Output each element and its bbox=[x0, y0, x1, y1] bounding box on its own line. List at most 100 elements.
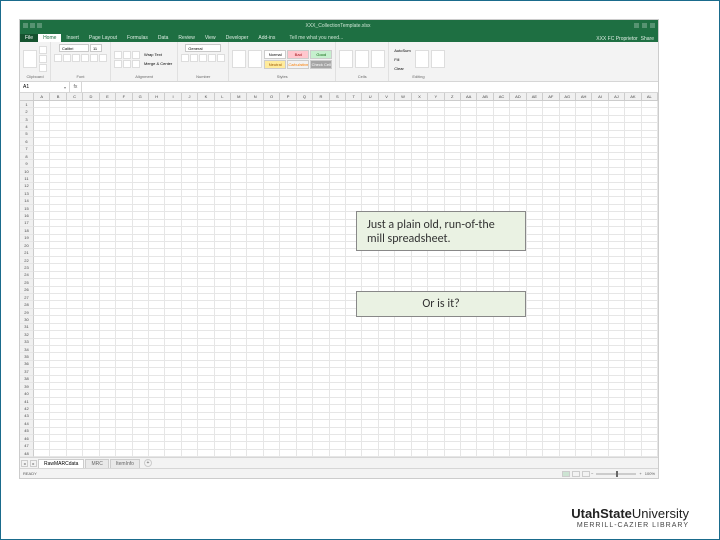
cell[interactable] bbox=[330, 428, 346, 435]
cell[interactable] bbox=[395, 197, 411, 204]
cell[interactable] bbox=[330, 316, 346, 323]
cell[interactable] bbox=[34, 116, 50, 123]
cell[interactable] bbox=[560, 294, 576, 301]
cell[interactable] bbox=[50, 205, 66, 212]
cell[interactable] bbox=[116, 257, 132, 264]
cell[interactable] bbox=[642, 294, 658, 301]
cell[interactable] bbox=[116, 420, 132, 427]
cell[interactable] bbox=[149, 168, 165, 175]
row-header[interactable]: 27 bbox=[20, 294, 34, 301]
cell[interactable] bbox=[280, 383, 296, 390]
cell[interactable] bbox=[67, 264, 83, 271]
cell[interactable] bbox=[165, 138, 181, 145]
cell[interactable] bbox=[198, 353, 214, 360]
cell[interactable] bbox=[477, 160, 493, 167]
cell[interactable] bbox=[67, 242, 83, 249]
cell[interactable] bbox=[576, 212, 592, 219]
cell[interactable] bbox=[642, 398, 658, 405]
cell[interactable] bbox=[198, 131, 214, 138]
cell[interactable] bbox=[215, 390, 231, 397]
cell[interactable] bbox=[198, 272, 214, 279]
cell[interactable] bbox=[280, 420, 296, 427]
cell[interactable] bbox=[116, 175, 132, 182]
cell[interactable] bbox=[231, 301, 247, 308]
cell[interactable] bbox=[625, 205, 641, 212]
cell[interactable] bbox=[395, 331, 411, 338]
cell[interactable] bbox=[609, 235, 625, 242]
maximize-icon[interactable] bbox=[642, 23, 647, 28]
cell[interactable] bbox=[182, 383, 198, 390]
font-color-button[interactable] bbox=[99, 54, 107, 62]
cell[interactable] bbox=[412, 405, 428, 412]
cell[interactable] bbox=[362, 435, 378, 442]
font-family-dropdown[interactable]: Calibri bbox=[59, 44, 89, 52]
cell[interactable] bbox=[34, 294, 50, 301]
cell[interactable] bbox=[412, 331, 428, 338]
cell[interactable] bbox=[34, 160, 50, 167]
cell[interactable] bbox=[67, 405, 83, 412]
cell[interactable] bbox=[280, 279, 296, 286]
cell[interactable] bbox=[576, 450, 592, 457]
cell[interactable] bbox=[34, 376, 50, 383]
cell[interactable] bbox=[34, 123, 50, 130]
cell[interactable] bbox=[133, 190, 149, 197]
row-header[interactable]: 46 bbox=[20, 435, 34, 442]
cell[interactable] bbox=[494, 398, 510, 405]
cell[interactable] bbox=[34, 339, 50, 346]
row-header[interactable]: 42 bbox=[20, 405, 34, 412]
cell[interactable] bbox=[461, 368, 477, 375]
col-header[interactable]: F bbox=[116, 93, 132, 101]
cell[interactable] bbox=[445, 442, 461, 449]
cell[interactable] bbox=[83, 242, 99, 249]
cell[interactable] bbox=[165, 242, 181, 249]
cell[interactable] bbox=[527, 376, 543, 383]
cell[interactable] bbox=[592, 272, 608, 279]
cell[interactable] bbox=[625, 294, 641, 301]
cell[interactable] bbox=[100, 227, 116, 234]
cell[interactable] bbox=[576, 242, 592, 249]
cell[interactable] bbox=[264, 272, 280, 279]
cell[interactable] bbox=[379, 361, 395, 368]
cell[interactable] bbox=[592, 309, 608, 316]
cell[interactable] bbox=[83, 324, 99, 331]
cell[interactable] bbox=[527, 146, 543, 153]
cell[interactable] bbox=[215, 123, 231, 130]
cell[interactable] bbox=[625, 168, 641, 175]
cell[interactable] bbox=[313, 346, 329, 353]
cell[interactable] bbox=[625, 116, 641, 123]
cell[interactable] bbox=[625, 309, 641, 316]
cell[interactable] bbox=[412, 175, 428, 182]
cell[interactable] bbox=[346, 123, 362, 130]
cell[interactable] bbox=[412, 264, 428, 271]
cell[interactable] bbox=[133, 220, 149, 227]
cell[interactable] bbox=[428, 390, 444, 397]
cell[interactable] bbox=[313, 301, 329, 308]
cell[interactable] bbox=[445, 160, 461, 167]
cell[interactable] bbox=[560, 108, 576, 115]
cell[interactable] bbox=[100, 249, 116, 256]
col-header[interactable]: AJ bbox=[609, 93, 625, 101]
cell[interactable] bbox=[116, 435, 132, 442]
cell[interactable] bbox=[642, 361, 658, 368]
cell[interactable] bbox=[133, 168, 149, 175]
cell[interactable] bbox=[609, 183, 625, 190]
cell[interactable] bbox=[543, 405, 559, 412]
cell[interactable] bbox=[576, 175, 592, 182]
row-header[interactable]: 17 bbox=[20, 220, 34, 227]
cell[interactable] bbox=[83, 420, 99, 427]
cell[interactable] bbox=[412, 413, 428, 420]
cell[interactable] bbox=[83, 183, 99, 190]
cell[interactable] bbox=[313, 205, 329, 212]
cell[interactable] bbox=[609, 346, 625, 353]
cell[interactable] bbox=[83, 138, 99, 145]
cell[interactable] bbox=[133, 279, 149, 286]
cell[interactable] bbox=[642, 264, 658, 271]
cell[interactable] bbox=[625, 376, 641, 383]
format-cells-button[interactable] bbox=[371, 50, 385, 68]
cell[interactable] bbox=[215, 339, 231, 346]
cell[interactable] bbox=[494, 272, 510, 279]
cell[interactable] bbox=[592, 428, 608, 435]
cell[interactable] bbox=[494, 442, 510, 449]
cell[interactable] bbox=[510, 175, 526, 182]
cell[interactable] bbox=[313, 428, 329, 435]
